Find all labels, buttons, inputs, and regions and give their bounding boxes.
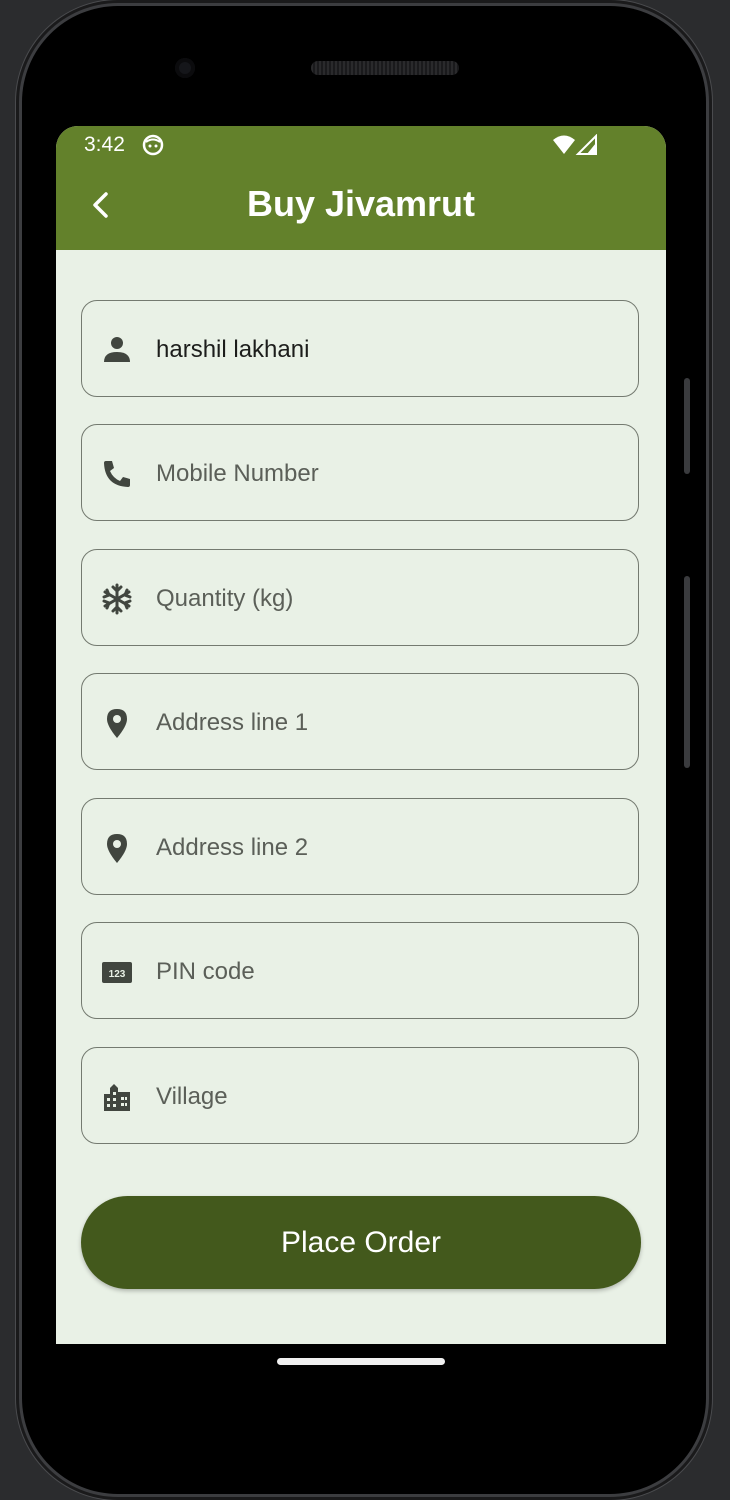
place-order-button[interactable]: Place Order [81,1196,641,1289]
quantity-placeholder: Quantity (kg) [156,585,294,612]
phone-icon [104,461,130,487]
page-title: Buy Jivamrut [246,183,476,224]
gesture-home-bar[interactable] [277,1358,445,1365]
front-camera [175,58,195,78]
name-field[interactable]: harshil lakhani [81,300,639,397]
city-icon [104,1084,130,1111]
pin-code-field[interactable]: 123 PIN code [81,922,639,1019]
signal-wifi-icon [553,134,597,155]
name-field-value: harshil lakhani [156,336,310,363]
quantity-field[interactable]: Quantity (kg) [81,549,639,646]
mobile-number-field[interactable]: Mobile Number [81,424,639,521]
app-bar: 3:42 Buy Jivamrut [56,126,666,250]
village-placeholder: Village [156,1083,228,1110]
location-pin-icon [107,709,127,738]
volume-button [684,378,690,474]
pin-code-placeholder: PIN code [156,958,255,985]
svg-text:123: 123 [109,969,126,980]
village-field[interactable]: Village [81,1047,639,1144]
location-pin-icon [107,834,127,863]
address-line-2-placeholder: Address line 2 [156,834,309,861]
earpiece-speaker [311,61,459,75]
pin-123-icon: 123 [102,962,132,983]
address-line-2-field[interactable]: Address line 2 [81,798,639,895]
person-icon [104,337,130,362]
snowflake-icon [102,583,132,615]
power-button [684,576,690,768]
address-line-1-placeholder: Address line 1 [156,709,309,736]
app-screen: 3:42 Buy Jivamrut harshil lakhani Mobile… [56,126,666,1344]
address-line-1-field[interactable]: Address line 1 [81,673,639,770]
notification-face-icon [142,134,164,156]
mobile-number-placeholder: Mobile Number [156,460,319,487]
status-time: 3:42 [84,133,125,156]
